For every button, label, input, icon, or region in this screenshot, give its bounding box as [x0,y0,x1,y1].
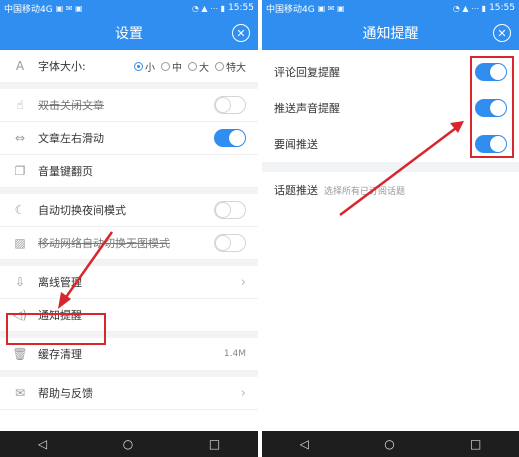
title-bar: 设置 ✕ [0,16,258,50]
close-button[interactable]: ✕ [493,24,511,42]
setting-label: 离线管理 [38,276,82,289]
double-tap-toggle[interactable] [214,96,246,114]
close-button[interactable]: ✕ [232,24,250,42]
notification-icons: ▣ ✉ ▣ [317,3,345,13]
cache-size: 1.4M [223,349,246,359]
carrier-text: 中国移动4G [266,4,315,15]
font-option-large[interactable]: 大 [188,59,209,74]
page-title: 设置 [115,26,143,42]
notification-settings-screen: 中国移动4G ▣ ✉ ▣ ◔ ▲ ⋯ ▮ 15:55 通知提醒 ✕ 评论回复提醒 推… [262,0,519,457]
trash-icon: 🗑 [12,347,28,361]
page-title: 通知提醒 [362,26,419,42]
highlight-box [6,313,106,345]
setting-label: 帮助与反馈 [38,387,93,400]
setting-label: 文章左右滑动 [38,132,104,145]
setting-swipe-articles[interactable]: ⇔ 文章左右滑动 [0,122,258,155]
notification-icons: ▣ ✉ ▣ [55,3,83,13]
font-option-small[interactable]: 小 [134,59,155,74]
setting-label: 话题推送 [274,184,318,197]
highlight-box [470,56,514,158]
setting-label: 缓存清理 [38,348,82,361]
signal-icons: ◔ ▲ ⋯ ▮ [452,3,487,13]
setting-label: 推送声音提醒 [274,102,340,115]
setting-auto-night[interactable]: ☾ 自动切换夜间模式 [0,194,258,227]
clock-text: 15:55 [228,3,254,13]
hand-icon: ☝ [16,98,24,112]
download-icon: ⇩ [14,275,26,289]
system-nav-bar: ◁ ○ □ [262,431,519,457]
carrier-text: 中国移动4G [4,4,53,15]
swap-icon: ⇔ [14,131,26,145]
topic-hint: 选择所有已订阅话题 [324,186,406,197]
home-icon[interactable]: ○ [384,437,394,451]
setting-label: 自动切换夜间模式 [38,204,126,217]
setting-label: 双击关闭文章 [38,99,104,112]
setting-label: 要闻推送 [274,138,318,151]
font-size-label: 字体大小: [38,60,86,73]
recent-apps-icon[interactable]: □ [209,437,220,451]
setting-no-image-mode[interactable]: ▨ 移动网络自动切换无图模式 [0,227,258,260]
setting-double-tap-close[interactable]: ☝ 双击关闭文章 [0,89,258,122]
no-image-toggle[interactable] [214,234,246,252]
setting-topic-push[interactable]: 话题推送 选择所有已订阅话题 [262,172,519,208]
font-size-options: 小 中 大 特大 [134,59,246,74]
title-bar: 通知提醒 ✕ [262,16,519,50]
home-icon[interactable]: ○ [123,437,133,451]
setting-label: 评论回复提醒 [274,66,340,79]
font-size-row: A 字体大小: 小 中 大 特大 [0,50,258,83]
font-option-xlarge[interactable]: 特大 [215,59,246,74]
settings-screen: 中国移动4G ▣ ✉ ▣ ◔ ▲ ⋯ ▮ 15:55 设置 ✕ A 字体大小: 小 … [0,0,258,457]
setting-label: 移动网络自动切换无图模式 [38,237,170,250]
close-icon: ✕ [236,26,246,40]
image-icon: ▨ [14,236,26,250]
setting-offline[interactable]: ⇩ 离线管理 › [0,266,258,299]
font-option-medium[interactable]: 中 [161,59,182,74]
setting-label: 音量键翻页 [38,165,93,178]
recent-apps-icon[interactable]: □ [470,437,481,451]
swipe-toggle[interactable] [214,129,246,147]
system-nav-bar: ◁ ○ □ [0,431,258,457]
setting-help[interactable]: ✉ 帮助与反馈 › [0,377,258,410]
font-icon: A [15,59,25,73]
back-icon[interactable]: ◁ [300,437,309,451]
chevron-right-icon: › [240,385,246,401]
status-bar: 中国移动4G ▣ ✉ ▣ ◔ ▲ ⋯ ▮ 15:55 [0,0,258,16]
chevron-right-icon: › [240,274,246,290]
pages-icon: ❐ [14,164,26,178]
setting-volume-page[interactable]: ❐ 音量键翻页 [0,155,258,188]
signal-icons: ◔ ▲ ⋯ ▮ [191,3,226,13]
back-icon[interactable]: ◁ [38,437,47,451]
auto-night-toggle[interactable] [214,201,246,219]
clock-text: 15:55 [489,3,515,13]
status-bar: 中国移动4G ▣ ✉ ▣ ◔ ▲ ⋯ ▮ 15:55 [262,0,519,16]
moon-icon: ☾ [14,203,26,217]
close-icon: ✕ [497,26,507,40]
mail-icon: ✉ [14,386,26,400]
